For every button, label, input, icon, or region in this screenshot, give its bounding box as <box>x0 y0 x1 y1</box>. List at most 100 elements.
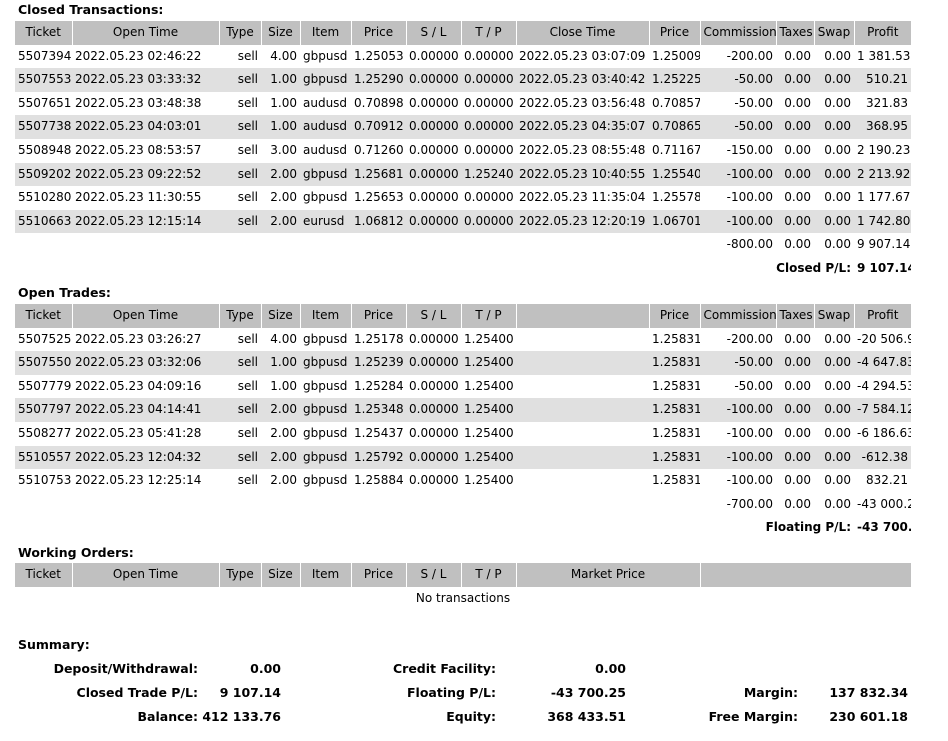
table-cell: 0.00000 <box>461 209 516 234</box>
table-cell: -100.00 <box>700 162 776 187</box>
table-cell: 5510280 <box>18 190 72 205</box>
table-cell: 0.00000 <box>406 68 461 92</box>
open-trades-table: Ticket Open Time Type Size Item Price S / LT /… <box>15 304 911 540</box>
table-cell: 1.25831 <box>649 351 700 375</box>
table-cell: -100.00 <box>726 473 773 488</box>
table-cell: 2022.05.23 10:40:55 <box>516 162 649 187</box>
closed-header-cell: Swap <box>814 21 855 45</box>
closed-header-cell: Profit <box>854 21 911 45</box>
table-cell: sell <box>219 115 261 139</box>
table-cell: -50.00 <box>700 68 776 92</box>
open-header-cell: Open Time <box>72 304 220 328</box>
table-cell: 0.00000 <box>461 115 516 139</box>
working-header-cell <box>700 563 911 587</box>
table-cell: 1.25400 <box>464 378 514 393</box>
table-cell: -50.00 <box>700 115 776 139</box>
table-cell: 2022.05.23 04:09:16 <box>75 378 202 393</box>
table-cell: 3.00 <box>270 142 297 157</box>
table-cell: 321.83 <box>866 95 908 110</box>
table-cell: 1.25178 <box>354 331 404 346</box>
closed-header-cell: Close Time <box>516 21 650 45</box>
table-cell: 5507797 <box>15 398 72 422</box>
table-cell: 1.25348 <box>351 398 406 422</box>
open-header-row: Ticket Open Time Type Size Item Price S / LT /… <box>15 304 911 328</box>
floating-pl-value: -43 700.25 <box>550 685 626 700</box>
table-cell: 0.00000 <box>464 48 514 63</box>
table-cell: 0.00 <box>776 351 814 375</box>
table-cell: 1 742.80 <box>854 209 911 234</box>
equity-value: 368 433.51 <box>547 709 626 724</box>
table-cell: 0.00 <box>784 142 811 157</box>
table-cell: 5508277 <box>18 425 72 440</box>
table-row: 5507797 2022.05.23 04:14:41 sell 2.00 gbpusd… <box>15 398 911 422</box>
table-cell: 1.00 <box>270 95 297 110</box>
closed-header-cell: Price <box>649 21 701 45</box>
table-cell: 2022.05.23 12:15:14 <box>72 209 219 234</box>
table-cell: 2022.05.23 02:46:22 <box>75 48 202 63</box>
table-cell: eurusd <box>300 209 351 234</box>
closed-transactions-title: Closed Transactions: <box>18 2 164 17</box>
table-cell: 1.25831 <box>652 331 700 346</box>
table-cell: sell <box>237 48 258 63</box>
table-cell: -100.00 <box>700 209 776 234</box>
table-cell: 0.00000 <box>409 425 459 440</box>
table-cell: 1.25400 <box>464 425 514 440</box>
table-cell: 0.00000 <box>406 351 461 375</box>
table-cell: 1.25400 <box>464 473 514 488</box>
table-cell: audusd <box>300 115 351 139</box>
total-taxes: 0.00 <box>784 237 811 252</box>
summary-title: Summary: <box>18 637 90 652</box>
table-cell: 0.00 <box>824 190 851 205</box>
table-cell: gbpusd <box>303 425 348 440</box>
open-header-cell: T / P <box>461 304 517 328</box>
table-cell: 0.70865 <box>649 115 700 139</box>
table-cell: gbpusd <box>303 331 348 346</box>
table-cell: 5507553 <box>15 68 72 92</box>
table-cell: 5507394 <box>18 48 72 63</box>
open-pl-label: Floating P/L: <box>765 520 851 535</box>
closed-header-cell: Size <box>261 21 301 45</box>
table-cell: 0.00 <box>776 68 814 92</box>
table-cell: gbpusd <box>300 351 351 375</box>
table-cell: 0.70898 <box>354 95 404 110</box>
table-cell: 0.00 <box>814 351 854 375</box>
table-cell: 0.00 <box>784 378 811 393</box>
table-cell: 5508948 <box>18 142 72 157</box>
table-cell: 1.25884 <box>354 473 404 488</box>
closed-header-cell: T / P <box>461 21 517 45</box>
table-cell: 2022.05.23 12:25:14 <box>75 473 202 488</box>
table-cell: 2.00 <box>270 425 297 440</box>
table-cell: 0.00 <box>814 209 854 234</box>
table-cell: 0.00 <box>824 425 851 440</box>
table-cell: 1 177.67 <box>857 190 911 205</box>
table-cell: 0.70912 <box>351 115 406 139</box>
table-row: 5508277 2022.05.23 05:41:28 sell 2.00 gbpusd… <box>15 422 911 446</box>
table-cell: 1.25009 <box>652 48 700 63</box>
table-cell: gbpusd <box>300 162 351 187</box>
table-cell: sell <box>219 209 261 234</box>
table-cell: -100.00 <box>700 398 776 422</box>
table-cell: 1.00 <box>261 115 300 139</box>
table-cell: 2022.05.23 04:14:41 <box>72 398 219 422</box>
table-cell: 0.00000 <box>409 142 459 157</box>
table-cell: 0.00 <box>776 209 814 234</box>
table-cell: 0.00 <box>784 190 811 205</box>
closed-pl-label: Closed P/L: <box>776 260 851 275</box>
table-cell: gbpusd <box>303 190 348 205</box>
table-cell: 2.00 <box>270 473 297 488</box>
table-cell: 0.00000 <box>409 190 459 205</box>
table-cell: 2022.05.23 04:03:01 <box>72 115 219 139</box>
table-cell: 1.25239 <box>351 351 406 375</box>
table-cell: 2.00 <box>270 190 297 205</box>
table-cell: 0.00 <box>824 95 851 110</box>
table-cell: 0.00 <box>784 331 811 346</box>
table-cell: 0.00000 <box>406 209 461 234</box>
table-cell: 4.00 <box>270 48 297 63</box>
working-header-cell: Ticket <box>15 563 73 587</box>
table-cell: 0.00000 <box>464 95 514 110</box>
table-cell: -50.00 <box>734 378 773 393</box>
closed-header-cell: Type <box>219 21 262 45</box>
table-cell: 2022.05.23 12:04:32 <box>72 445 219 470</box>
closed-header-cell: Ticket <box>15 21 73 45</box>
closed-trade-pl-value: 9 107.14 <box>219 685 281 700</box>
